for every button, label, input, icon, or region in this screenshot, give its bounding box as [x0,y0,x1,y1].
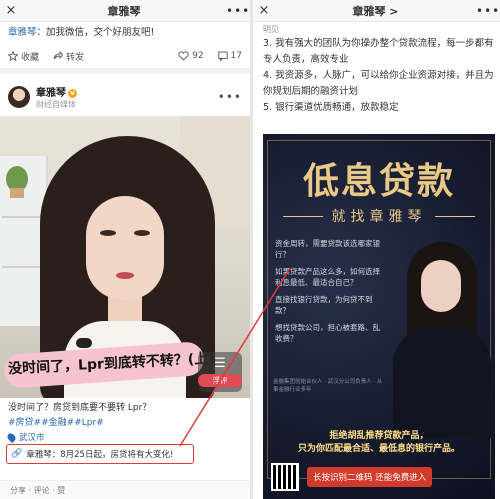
section-divider [0,68,250,74]
ad-headline: 低息贷款 [302,160,455,202]
collect-button[interactable]: 收藏 [8,50,39,63]
feed-topbar: × 章雅琴 ••• [0,0,250,22]
post-more-icon[interactable]: ••• [218,90,242,104]
screenshot-composite: × 章雅琴 ••• 章雅琴：加我微信，交个好朋友吧! 收藏 转发 92 17 章… [0,0,500,499]
ad-credentials: 金融集团创始合伙人 · 武汉分公司负责人 · 从事金融行业多年 [273,379,383,393]
collect-label: 收藏 [21,52,40,63]
feed-panel: × 章雅琴 ••• 章雅琴：加我微信，交个好朋友吧! 收藏 转发 92 17 章… [0,0,250,499]
more-icon[interactable]: ••• [476,4,500,18]
more-icon[interactable]: ••• [226,4,250,18]
eye-shape [134,230,150,236]
ad-question-list: 资金周转，需要贷款该选哪家银行？ 如果贷款产品这么多，如何选择利息最低、最适合自… [275,238,385,350]
post-hashtags[interactable]: #房贷##金融##Lpr# [8,415,242,428]
video-player[interactable]: 没时间了，Lpr到底转不转？(上) ☰ 浮评 [0,116,250,398]
bottom-action-bar[interactable]: 分享 · 评论 · 赞 [0,480,250,499]
action-bar: 收藏 转发 92 17 [0,46,250,66]
comment-count: 17 [230,51,242,61]
plant-pot-image [10,188,24,198]
linked-post-text: 章雅琴：8月25日起，房贷将有大变化! [26,450,174,460]
article-author-link[interactable]: 章雅琴 > [275,3,476,19]
poster-info: 章雅琴 v 财经自媒体 [36,84,77,110]
comment-icon [217,51,228,61]
float-comment-icon: ☰ [214,356,226,371]
location-pin-icon [5,431,18,443]
shelf-board [2,216,44,218]
article-panel: × 章雅琴 > ••• 明见 3. 我有强大的团队为你操办整个贷款流程，每一步都… [253,0,500,499]
repost-author-link[interactable]: 章雅琴 [8,27,37,38]
location-label: 武汉市 [19,433,45,443]
article-body: 明见 3. 我有强大的团队为你操办整个贷款流程，每一步都有专人负责，高效专业 4… [263,24,494,116]
avatar[interactable] [8,86,30,108]
post-header: 章雅琴 v 财经自媒体 ••• [8,82,242,112]
cut-text: 明见 [263,25,279,34]
ad-slogan-line: 只为你匹配最合适、最低息的银行产品。 [297,444,460,454]
poster-name-row[interactable]: 章雅琴 v [36,84,77,99]
like-count: 92 [192,51,204,61]
ad-rule [435,216,475,217]
location-tag[interactable]: 武汉市 [5,431,45,443]
presenter-face [86,196,164,300]
poster-subtitle: 财经自媒体 [36,100,76,109]
lips-shape [116,272,134,279]
ad-slogan: 拒绝胡乱推荐贷款产品， 只为你匹配最合适、最低息的银行产品。 [263,430,495,456]
ad-question: 直接找银行贷款，为何贷不到款？ [275,295,373,315]
ad-person-photo [387,234,495,438]
lapel-mic-icon [76,338,92,348]
share-icon [53,51,64,60]
linked-post-highlight[interactable]: 🔗 章雅琴：8月25日起，房贷将有大变化! [6,444,194,464]
float-comment-button[interactable]: ☰ 浮评 [198,352,242,392]
verified-icon: v [68,88,77,98]
repost-text: ：加我微信，交个好朋友吧! [36,27,155,38]
ad-cta[interactable]: 长按识别二维码 还能免费进入 [307,467,433,487]
ad-question: 如果贷款产品这么多，如何选择利息最低、最适合自己？ [275,267,380,287]
comment-button[interactable]: 17 [217,51,242,61]
ad-question: 想找贷款公司，担心被套路、乱收费？ [275,323,380,343]
ad-qr-row: 长按识别二维码 还能免费进入 [271,460,495,494]
engagement-counters: 92 17 [178,51,242,61]
poster-name: 章雅琴 [36,88,66,99]
close-icon[interactable]: × [253,3,275,18]
ad-person-suit [393,328,491,438]
article-paragraph: 5. 银行渠道优质畅通，放款稳定 [263,102,399,113]
shelf-board [2,266,44,268]
link-icon: 🔗 [11,449,23,459]
loan-ad-image[interactable]: 低息贷款 就找章雅琴 资金周转，需要贷款该选哪家银行？ 如果贷款产品这么多，如何… [263,134,495,499]
article-topbar: × 章雅琴 > ••• [253,0,500,22]
article-paragraph: 3. 我有强大的团队为你操办整个贷款流程，每一步都有专人负责，高效专业 [263,38,494,65]
star-icon [8,51,18,61]
feed-title: 章雅琴 [107,4,141,18]
heart-icon [178,51,189,61]
forward-button[interactable]: 转发 [53,50,84,63]
qr-code-image[interactable] [271,463,299,491]
repost-line: 章雅琴：加我微信，交个好朋友吧! [8,24,242,38]
eye-shape [100,230,116,236]
forward-label: 转发 [66,52,85,63]
post-body: 没时间了？房贷到底要不要转 Lpr？ [8,403,152,413]
float-comment-label: 浮评 [198,374,242,387]
article-paragraph: 4. 我资源多，人脉广，可以给你企业资源对接，并且为你规划后期的融资计划 [263,70,494,97]
ad-slogan-line: 拒绝胡乱推荐贷款产品， [329,431,429,441]
like-button[interactable]: 92 [178,51,204,61]
ad-question: 资金周转，需要贷款该选哪家银行？ [275,239,380,259]
close-icon[interactable]: × [0,3,22,18]
ad-person-face [421,260,461,312]
